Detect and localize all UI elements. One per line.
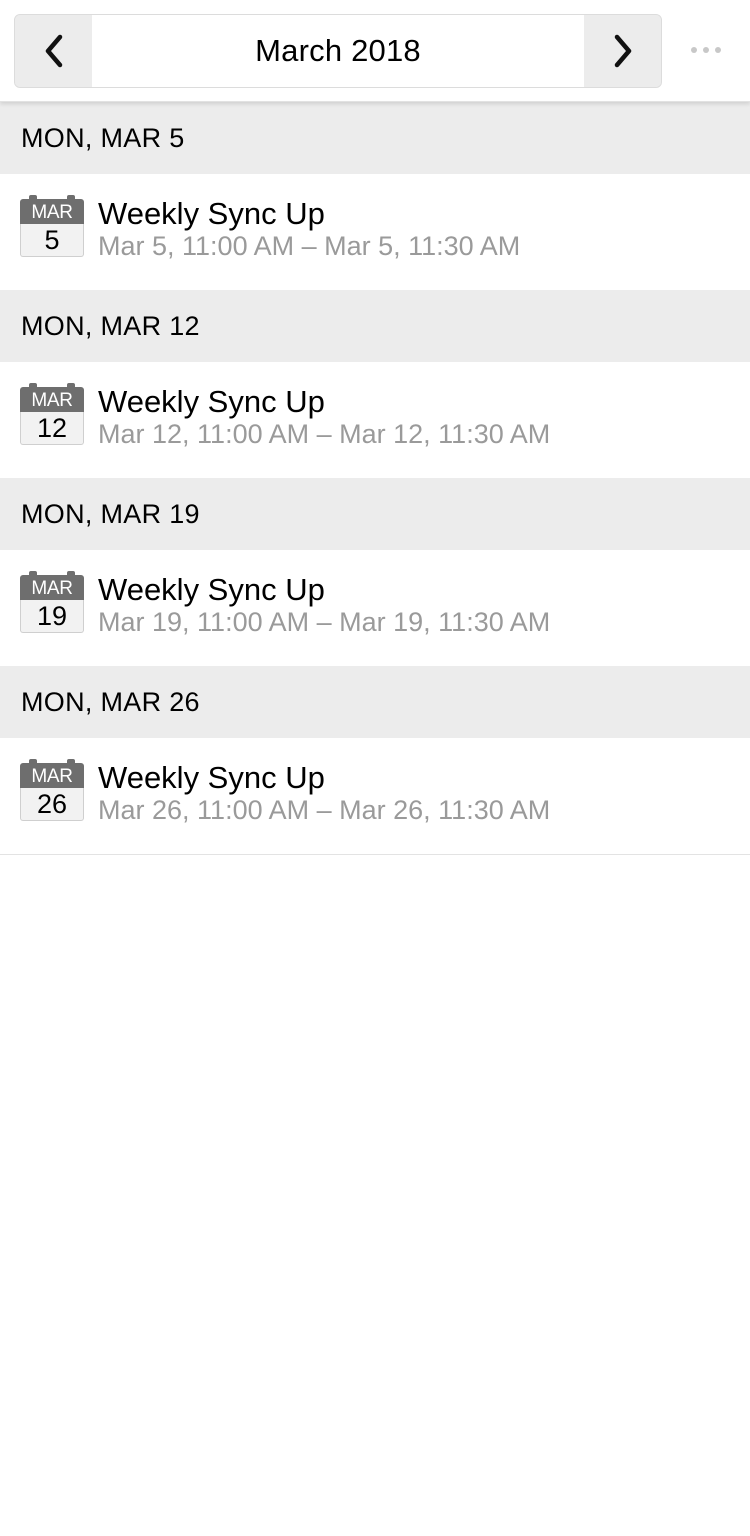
- month-navigator: March 2018: [14, 14, 662, 88]
- more-horizontal-icon: [691, 47, 721, 53]
- event-time: Mar 26, 11:00 AM – Mar 26, 11:30 AM: [98, 795, 551, 825]
- badge-month: MAR: [20, 387, 84, 412]
- event-title: Weekly Sync Up: [98, 760, 325, 795]
- top-bar: March 2018: [0, 0, 750, 102]
- event-time: Mar 19, 11:00 AM – Mar 19, 11:30 AM: [98, 607, 551, 637]
- calendar-badge-icon: MAR 12: [20, 383, 84, 445]
- next-month-button[interactable]: [584, 15, 661, 87]
- previous-month-button[interactable]: [15, 15, 92, 87]
- event-row[interactable]: MAR 19 Weekly Sync Up Mar 19, 11:00 AM –…: [0, 550, 750, 666]
- event-row[interactable]: MAR 5 Weekly Sync Up Mar 5, 11:00 AM – M…: [0, 174, 750, 290]
- month-title: March 2018: [92, 15, 584, 87]
- event-title: Weekly Sync Up: [98, 572, 325, 607]
- calendar-badge-icon: MAR 19: [20, 571, 84, 633]
- day-header: MON, MAR 19: [0, 478, 750, 550]
- badge-month: MAR: [20, 575, 84, 600]
- day-header: MON, MAR 12: [0, 290, 750, 362]
- chevron-left-icon: [45, 34, 62, 68]
- badge-day: 26: [20, 788, 84, 821]
- event-row[interactable]: MAR 12 Weekly Sync Up Mar 12, 11:00 AM –…: [0, 362, 750, 478]
- event-time: Mar 5, 11:00 AM – Mar 5, 11:30 AM: [98, 231, 521, 261]
- badge-day: 5: [20, 224, 84, 257]
- agenda-list: MON, MAR 5 MAR 5 Weekly Sync Up Mar 5, 1…: [0, 102, 750, 855]
- badge-month: MAR: [20, 199, 84, 224]
- calendar-badge-icon: MAR 26: [20, 759, 84, 821]
- day-header: MON, MAR 5: [0, 102, 750, 174]
- event-time: Mar 12, 11:00 AM – Mar 12, 11:30 AM: [98, 419, 551, 449]
- day-header: MON, MAR 26: [0, 666, 750, 738]
- event-title: Weekly Sync Up: [98, 196, 325, 231]
- badge-day: 19: [20, 600, 84, 633]
- badge-month: MAR: [20, 763, 84, 788]
- calendar-badge-icon: MAR 5: [20, 195, 84, 257]
- list-divider: [0, 854, 750, 855]
- chevron-right-icon: [614, 34, 631, 68]
- badge-day: 12: [20, 412, 84, 445]
- event-row[interactable]: MAR 26 Weekly Sync Up Mar 26, 11:00 AM –…: [0, 738, 750, 854]
- event-title: Weekly Sync Up: [98, 384, 325, 419]
- more-options-button[interactable]: [686, 36, 726, 64]
